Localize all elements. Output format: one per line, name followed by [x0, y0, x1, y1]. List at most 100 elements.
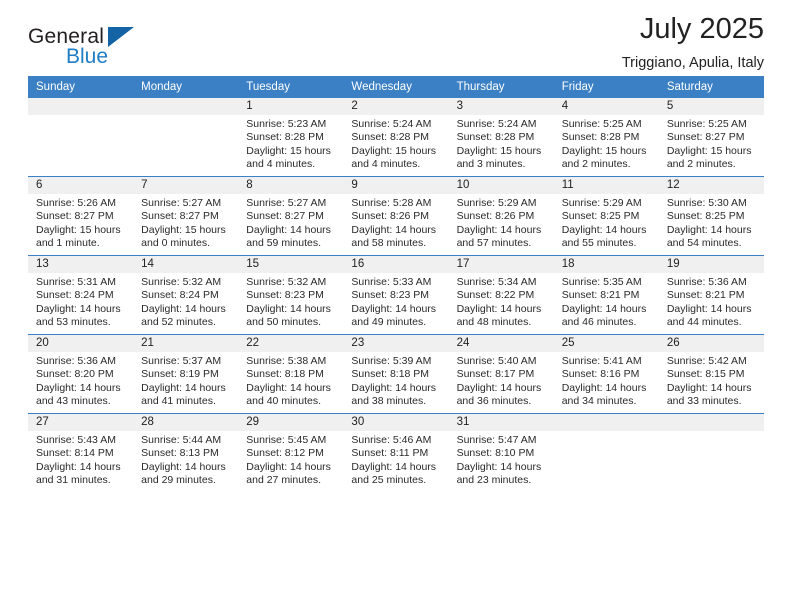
daylight-text-line2: and 46 minutes. [561, 316, 637, 329]
daylight-text-line1: Daylight: 15 hours [561, 144, 647, 157]
sunset-text: Sunset: 8:23 PM [351, 289, 430, 302]
calendar-day-cell[interactable]: 18 Sunrise: 5:35 AM Sunset: 8:21 PM Dayligh… [553, 255, 659, 335]
sunrise-text: Sunrise: 5:37 AM [141, 355, 222, 367]
daylight-text-line1: Daylight: 14 hours [666, 381, 752, 394]
calendar-day-cell[interactable]: 4 Sunrise: 5:25 AM Sunset: 8:28 PM Daylight… [553, 98, 659, 177]
daylight-text-line2: and 2 minutes. [561, 158, 631, 171]
sunset-text: Sunset: 8:25 PM [666, 210, 745, 223]
calendar-day-cell[interactable]: 6 Sunrise: 5:26 AM Sunset: 8:27 PM Daylight… [28, 176, 134, 256]
day-details: Sunrise: 5:47 AM Sunset: 8:10 PM Daylight:… [449, 431, 554, 488]
daylight-text-line1: Daylight: 14 hours [351, 302, 437, 315]
daylight-text-line2: and 43 minutes. [36, 395, 111, 408]
daylight-text-line2: and 34 minutes. [561, 395, 637, 408]
daylight-text-line2: and 58 minutes. [351, 237, 427, 250]
sunrise-text: Sunrise: 5:36 AM [36, 355, 116, 367]
calendar-day-cell[interactable]: 10 Sunrise: 5:29 AM Sunset: 8:26 PM Dayligh… [448, 176, 554, 256]
daylight-text-line1: Daylight: 15 hours [36, 223, 121, 236]
column-header-wednesday: Wednesday [343, 76, 449, 98]
calendar-day-cell[interactable]: 11 Sunrise: 5:29 AM Sunset: 8:25 PM Dayligh… [553, 176, 659, 256]
calendar-day-cell[interactable]: 25 Sunrise: 5:41 AM Sunset: 8:16 PM Dayligh… [553, 334, 659, 414]
calendar-day-cell[interactable]: 15 Sunrise: 5:32 AM Sunset: 8:23 PM Dayligh… [238, 255, 344, 335]
general-blue-logo[interactable]: General Blue [28, 24, 158, 70]
sunrise-text: Sunrise: 5:32 AM [141, 276, 222, 288]
day-number: 20 [28, 335, 134, 352]
calendar-day-cell[interactable]: 30 Sunrise: 5:46 AM Sunset: 8:11 PM Dayligh… [343, 413, 449, 492]
calendar-day-cell[interactable]: 16 Sunrise: 5:33 AM Sunset: 8:23 PM Dayligh… [343, 255, 449, 335]
daylight-text-line1: Daylight: 14 hours [141, 460, 226, 473]
calendar-day-cell[interactable]: 23 Sunrise: 5:39 AM Sunset: 8:18 PM Dayligh… [343, 334, 449, 414]
calendar-day-cell[interactable]: 31 Sunrise: 5:47 AM Sunset: 8:10 PM Dayligh… [448, 413, 554, 492]
calendar-table: Sunday Monday Tuesday Wednesday Thursday… [28, 76, 764, 492]
calendar-body: 1 Sunrise: 5:23 AM Sunset: 8:28 PM Daylight… [28, 98, 764, 492]
column-header-saturday: Saturday [658, 76, 764, 98]
calendar-day-cell[interactable]: 12 Sunrise: 5:30 AM Sunset: 8:25 PM Dayligh… [658, 176, 764, 256]
calendar-day-cell[interactable]: 14 Sunrise: 5:32 AM Sunset: 8:24 PM Dayligh… [133, 255, 239, 335]
calendar-day-cell[interactable]: 17 Sunrise: 5:34 AM Sunset: 8:22 PM Dayligh… [448, 255, 554, 335]
daylight-text-line1: Daylight: 14 hours [246, 381, 331, 394]
day-details: Sunrise: 5:24 AM Sunset: 8:28 PM Daylight:… [449, 115, 554, 172]
sunrise-text: Sunrise: 5:38 AM [246, 355, 327, 367]
sunrise-text: Sunrise: 5:29 AM [456, 197, 537, 209]
day-details: Sunrise: 5:31 AM Sunset: 8:24 PM Daylight:… [28, 273, 133, 330]
sunset-text: Sunset: 8:17 PM [456, 368, 535, 381]
sunrise-text: Sunrise: 5:41 AM [561, 355, 642, 367]
sunset-text: Sunset: 8:28 PM [561, 131, 640, 144]
blue-triangle-icon [108, 27, 134, 47]
calendar-day-cell[interactable]: 24 Sunrise: 5:40 AM Sunset: 8:17 PM Dayligh… [448, 334, 554, 414]
day-details: Sunrise: 5:41 AM Sunset: 8:16 PM Daylight:… [554, 352, 659, 409]
day-number: 1 [238, 98, 344, 115]
day-number: 16 [343, 256, 449, 273]
sunrise-text: Sunrise: 5:36 AM [666, 276, 747, 288]
column-header-friday: Friday [553, 76, 659, 98]
sunset-text: Sunset: 8:27 PM [246, 210, 324, 223]
calendar-day-cell[interactable]: 5 Sunrise: 5:25 AM Sunset: 8:27 PM Daylight… [658, 98, 764, 177]
calendar-day-cell[interactable]: 29 Sunrise: 5:45 AM Sunset: 8:12 PM Dayligh… [238, 413, 344, 492]
daylight-text-line2: and 49 minutes. [351, 316, 427, 329]
calendar-day-cell[interactable]: 28 Sunrise: 5:44 AM Sunset: 8:13 PM Dayligh… [133, 413, 239, 492]
day-details: Sunrise: 5:33 AM Sunset: 8:23 PM Daylight:… [343, 273, 448, 330]
calendar-day-cell[interactable]: 19 Sunrise: 5:36 AM Sunset: 8:21 PM Dayligh… [658, 255, 764, 335]
calendar-day-cell[interactable]: 27 Sunrise: 5:43 AM Sunset: 8:14 PM Dayligh… [28, 413, 134, 492]
sunset-text: Sunset: 8:28 PM [246, 131, 324, 144]
sunset-text: Sunset: 8:21 PM [666, 289, 745, 302]
calendar-day-cell[interactable]: 1 Sunrise: 5:23 AM Sunset: 8:28 PM Daylight… [238, 98, 344, 177]
calendar-cell-empty [28, 98, 134, 177]
day-details [133, 115, 238, 118]
calendar-day-cell[interactable]: 21 Sunrise: 5:37 AM Sunset: 8:19 PM Dayligh… [133, 334, 239, 414]
calendar-day-cell[interactable]: 7 Sunrise: 5:27 AM Sunset: 8:27 PM Daylight… [133, 176, 239, 256]
calendar-day-cell[interactable]: 9 Sunrise: 5:28 AM Sunset: 8:26 PM Daylight… [343, 176, 449, 256]
daylight-text-line2: and 36 minutes. [456, 395, 532, 408]
calendar-day-cell[interactable]: 26 Sunrise: 5:42 AM Sunset: 8:15 PM Dayligh… [658, 334, 764, 414]
daylight-text-line1: Daylight: 14 hours [246, 302, 331, 315]
day-details: Sunrise: 5:45 AM Sunset: 8:12 PM Daylight:… [238, 431, 343, 488]
calendar-day-cell[interactable]: 2 Sunrise: 5:24 AM Sunset: 8:28 PM Daylight… [343, 98, 449, 177]
day-details [554, 431, 659, 434]
day-number: 27 [28, 414, 134, 431]
logo-text-general: General [28, 25, 105, 48]
calendar-day-cell[interactable]: 20 Sunrise: 5:36 AM Sunset: 8:20 PM Dayligh… [28, 334, 134, 414]
day-details: Sunrise: 5:42 AM Sunset: 8:15 PM Daylight:… [659, 352, 764, 409]
sunrise-text: Sunrise: 5:46 AM [351, 434, 432, 446]
day-number: 4 [553, 98, 659, 115]
day-details [659, 431, 764, 434]
day-number: 13 [28, 256, 134, 273]
sunrise-text: Sunrise: 5:27 AM [246, 197, 327, 209]
daylight-text-line1: Daylight: 14 hours [36, 381, 121, 394]
calendar-day-cell[interactable]: 13 Sunrise: 5:31 AM Sunset: 8:24 PM Dayligh… [28, 255, 134, 335]
daylight-text-line1: Daylight: 14 hours [246, 223, 331, 236]
daylight-text-line2: and 59 minutes. [246, 237, 321, 250]
day-number: 12 [658, 177, 764, 194]
daylight-text-line2: and 4 minutes. [351, 158, 421, 171]
daylight-text-line1: Daylight: 14 hours [36, 302, 121, 315]
day-details: Sunrise: 5:37 AM Sunset: 8:19 PM Daylight:… [133, 352, 238, 409]
daylight-text-line2: and 48 minutes. [456, 316, 532, 329]
day-number: 30 [343, 414, 449, 431]
day-number: 23 [343, 335, 449, 352]
daylight-text-line2: and 0 minutes. [141, 237, 211, 250]
calendar-day-cell[interactable]: 3 Sunrise: 5:24 AM Sunset: 8:28 PM Daylight… [448, 98, 554, 177]
calendar-day-cell[interactable]: 8 Sunrise: 5:27 AM Sunset: 8:27 PM Daylight… [238, 176, 344, 256]
sunset-text: Sunset: 8:20 PM [36, 368, 114, 381]
daylight-text-line2: and 25 minutes. [351, 474, 427, 487]
day-details: Sunrise: 5:44 AM Sunset: 8:13 PM Daylight:… [133, 431, 238, 488]
calendar-day-cell[interactable]: 22 Sunrise: 5:38 AM Sunset: 8:18 PM Dayligh… [238, 334, 344, 414]
